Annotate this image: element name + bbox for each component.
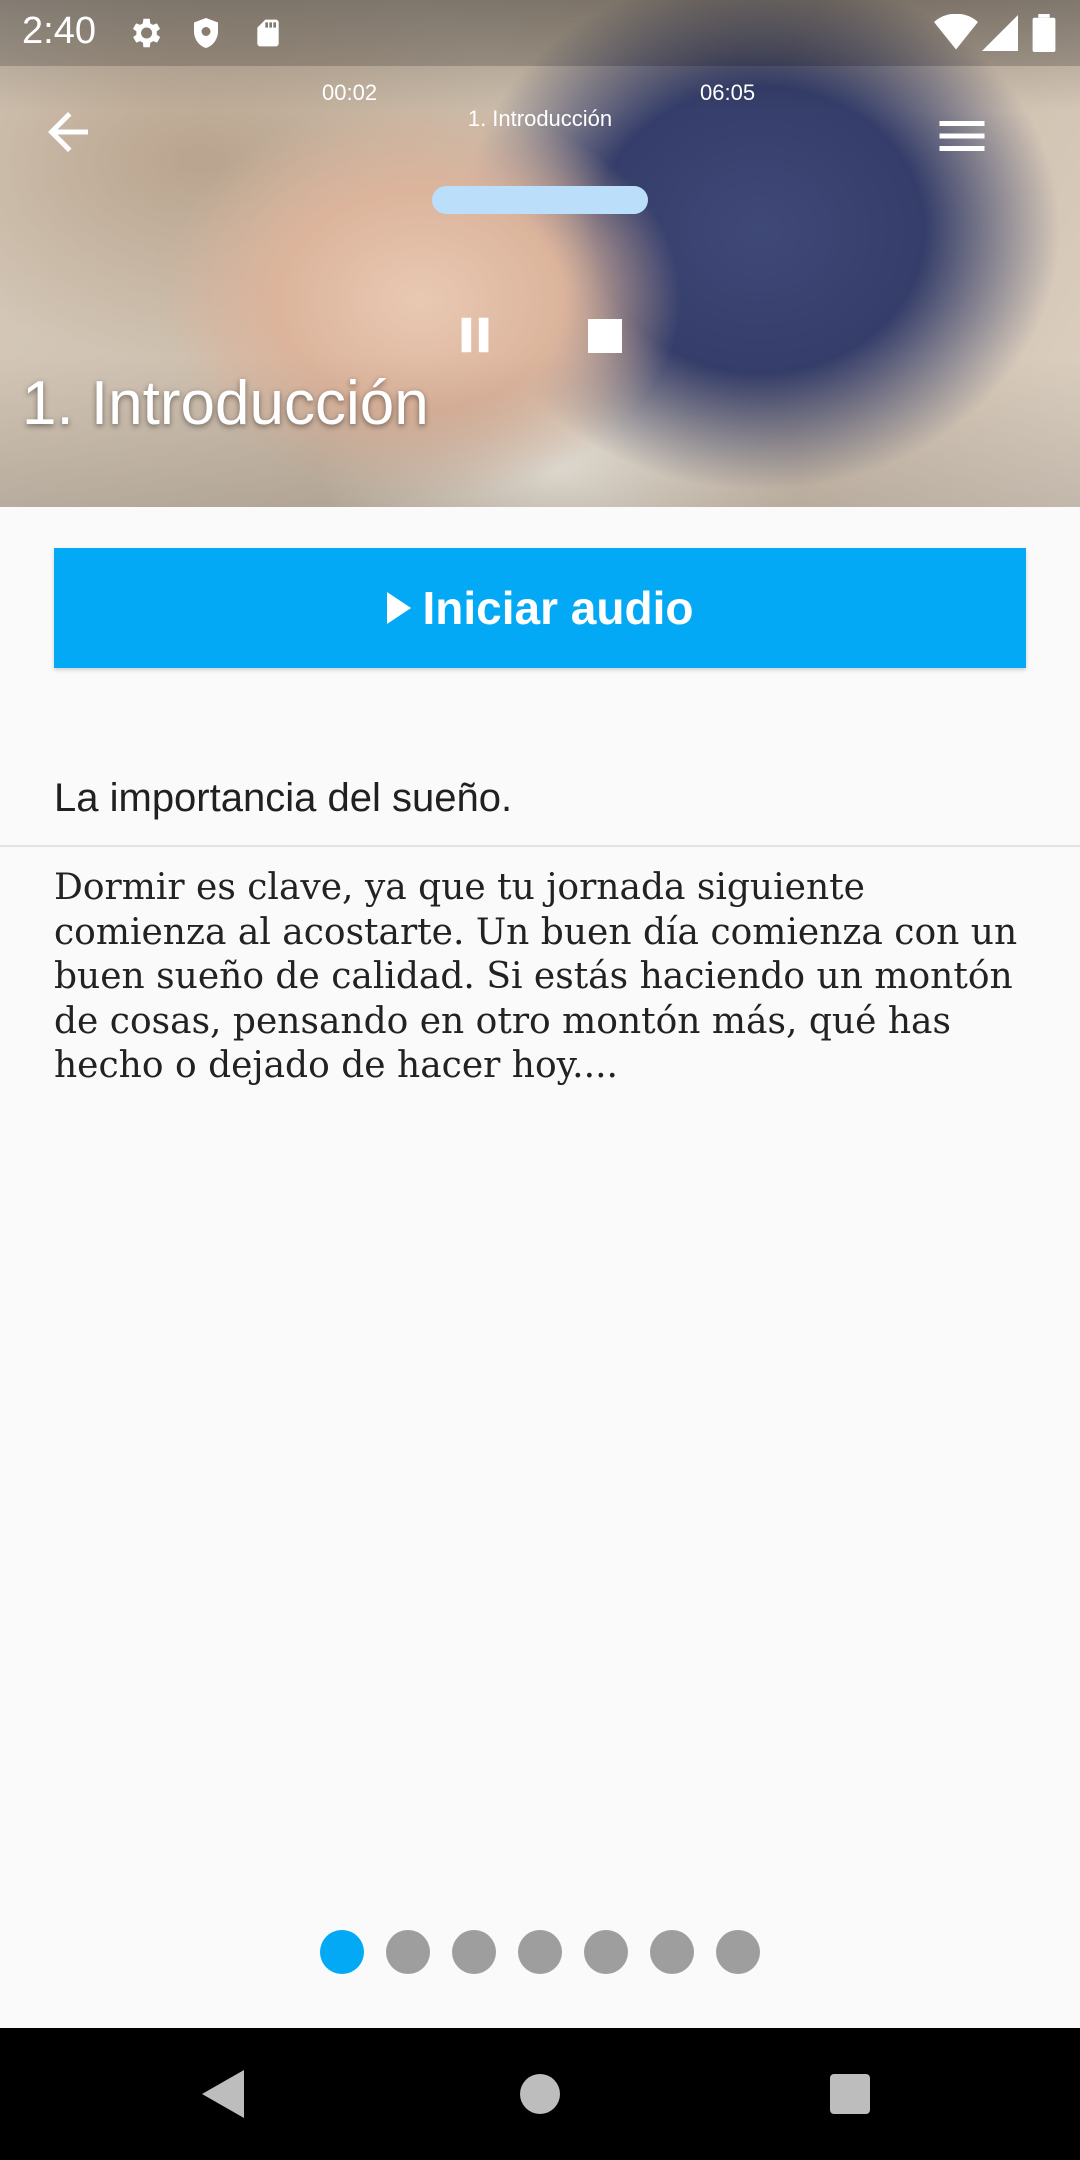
pause-icon [461, 317, 489, 353]
navigation-bar [0, 2028, 1080, 2160]
page-dot[interactable] [650, 1930, 694, 1974]
wifi-icon [934, 13, 978, 57]
nav-recents-button[interactable] [830, 2074, 870, 2114]
page-dot[interactable] [716, 1930, 760, 1974]
shield-icon [188, 14, 224, 57]
battery-icon [1032, 14, 1056, 57]
page-dot[interactable] [320, 1930, 364, 1974]
start-audio-button[interactable]: Iniciar audio [54, 548, 1026, 668]
elapsed-time: 00:02 [322, 80, 378, 105]
sd-card-icon [252, 14, 284, 57]
track-title: 1. Introducción [467, 106, 613, 131]
page-indicator [0, 1930, 1080, 1974]
divider [0, 845, 1080, 847]
pause-button[interactable] [452, 312, 498, 358]
audio-progress-bar[interactable] [432, 186, 648, 214]
nav-home-button[interactable] [520, 2074, 560, 2114]
nav-back-button[interactable] [202, 2070, 244, 2118]
page-dot[interactable] [386, 1930, 430, 1974]
play-icon [386, 592, 411, 624]
total-time: 06:05 [700, 80, 756, 105]
page-title: 1. Introducción [22, 369, 429, 438]
section-subtitle: La importancia del sueño. [54, 776, 513, 820]
page-dot[interactable] [518, 1930, 562, 1974]
status-bar: 2:40 [0, 0, 1080, 66]
page-dot[interactable] [452, 1930, 496, 1974]
status-time: 2:40 [22, 10, 96, 52]
body-text: Dormir es clave, ya que tu jornada sigui… [54, 867, 1018, 1086]
start-audio-label: Iniciar audio [422, 582, 694, 634]
menu-button[interactable] [932, 106, 992, 166]
stop-button[interactable] [588, 319, 622, 353]
hamburger-menu-icon [939, 121, 985, 151]
player-toolbar: 00:02 1. Introducción 06:05 [0, 66, 1080, 196]
signal-icon [982, 14, 1018, 57]
page-dot[interactable] [584, 1930, 628, 1974]
gear-icon [126, 14, 164, 57]
